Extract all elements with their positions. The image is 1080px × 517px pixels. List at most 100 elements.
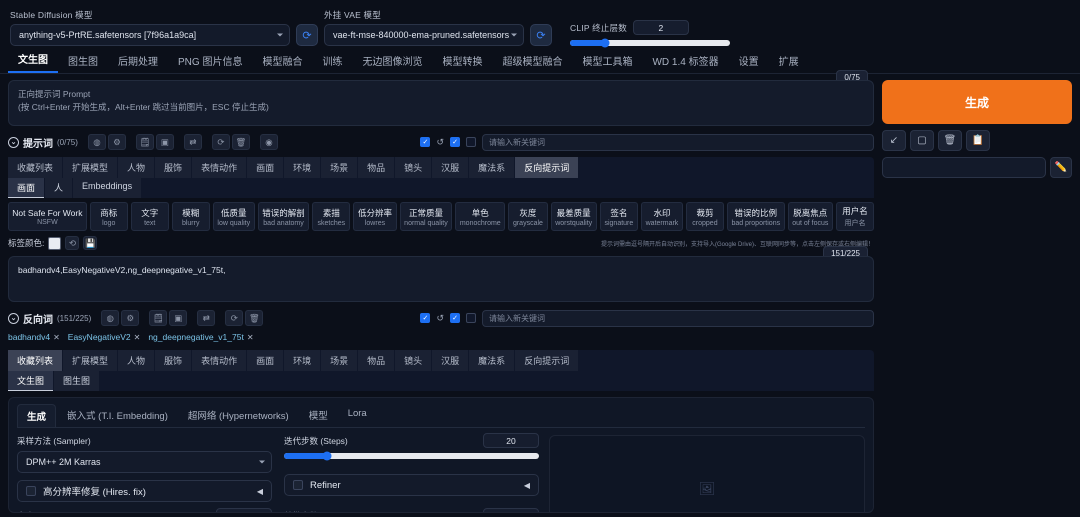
- generation-tab-0[interactable]: 生成: [17, 404, 57, 427]
- positive-category-1[interactable]: 扩展模型: [63, 157, 118, 178]
- negative-category-8[interactable]: 物品: [358, 350, 395, 371]
- positive-category-12[interactable]: 反向提示词: [515, 157, 579, 178]
- color-swatch[interactable]: [48, 236, 62, 250]
- refiner-checkbox[interactable]: [293, 480, 303, 490]
- close-icon[interactable]: ✕: [53, 333, 60, 342]
- palette-icon[interactable]: ◍: [101, 310, 120, 326]
- negative-subtab-1[interactable]: 图生图: [54, 371, 100, 391]
- tag-chip-15[interactable]: 错误的比例 bad proportions: [726, 202, 785, 231]
- positive-subtab-0[interactable]: 画面: [8, 178, 45, 198]
- clipboard-icon[interactable]: 📋: [966, 130, 990, 151]
- negative-category-9[interactable]: 镜头: [395, 350, 432, 371]
- save-icon[interactable]: 💾: [83, 236, 98, 250]
- positive-tag-title[interactable]: ⌄ 提示词 (0/75): [8, 135, 78, 150]
- negative-category-0[interactable]: 收藏列表: [8, 350, 63, 371]
- positive-category-11[interactable]: 魔法系: [469, 157, 515, 178]
- reset-icon[interactable]: ⟲: [65, 236, 80, 250]
- negative-category-12[interactable]: 反向提示词: [515, 350, 579, 371]
- copy-icon[interactable]: ▢: [910, 130, 934, 151]
- globe-icon[interactable]: ◉: [259, 134, 278, 150]
- tag-chip-13[interactable]: 水印 watermark: [640, 202, 683, 231]
- arrow-icon[interactable]: ↙: [882, 130, 906, 151]
- negative-category-11[interactable]: 魔法系: [469, 350, 515, 371]
- negative-category-7[interactable]: 场景: [321, 350, 358, 371]
- tag-chip-1[interactable]: 商标 logo: [89, 202, 128, 231]
- batch-count-value[interactable]: 1: [483, 508, 539, 512]
- positive-category-4[interactable]: 表情动作: [192, 157, 247, 178]
- negative-keyword-input[interactable]: 请输入新关键词: [482, 309, 874, 327]
- trash-icon[interactable]: 🗑: [938, 130, 962, 151]
- translate-icon[interactable]: ⇄: [197, 310, 216, 326]
- negative-category-5[interactable]: 画面: [247, 350, 284, 371]
- main-tab-5[interactable]: 训练: [312, 50, 352, 73]
- negative-subtab-0[interactable]: 文生图: [8, 371, 54, 391]
- positive-category-9[interactable]: 镜头: [395, 157, 432, 178]
- generation-tab-3[interactable]: 模型: [300, 404, 337, 427]
- positive-category-3[interactable]: 服饰: [155, 157, 192, 178]
- tag-chip-6[interactable]: 素描 sketches: [312, 202, 351, 231]
- negative-check-2[interactable]: ✓: [450, 313, 460, 323]
- tag-chip-8[interactable]: 正常质量 normal quality: [399, 202, 453, 231]
- main-tab-0[interactable]: 文生图: [8, 48, 58, 73]
- tag-chip-2[interactable]: 文字 text: [130, 202, 169, 231]
- positive-keyword-input[interactable]: 请输入新关键词: [482, 133, 874, 151]
- negative-category-4[interactable]: 表情动作: [192, 350, 247, 371]
- positive-category-7[interactable]: 场景: [321, 157, 358, 178]
- main-tab-12[interactable]: 扩展: [769, 50, 809, 73]
- negative-check-1[interactable]: ✓: [420, 313, 431, 323]
- trash-icon[interactable]: 🗑: [231, 134, 250, 150]
- tag-chip-14[interactable]: 裁剪 cropped: [685, 202, 724, 231]
- card-icon[interactable]: ▣: [169, 310, 188, 326]
- generate-button[interactable]: 生成: [882, 80, 1072, 124]
- gear-icon[interactable]: ⚙: [107, 134, 126, 150]
- positive-subtab-1[interactable]: 人: [45, 178, 73, 198]
- main-tab-2[interactable]: 后期处理: [108, 50, 168, 73]
- positive-prompt-input[interactable]: 正向提示词 Prompt (按 Ctrl+Enter 开始生成，Alt+Ente…: [8, 80, 874, 126]
- width-value[interactable]: 512: [216, 508, 272, 512]
- steps-slider[interactable]: [284, 451, 539, 461]
- negative-category-1[interactable]: 扩展模型: [63, 350, 118, 371]
- translate-icon[interactable]: ⇄: [183, 134, 202, 150]
- generation-tab-1[interactable]: 嵌入式 (T.I. Embedding): [58, 404, 177, 427]
- clip-skip-value[interactable]: 2: [632, 20, 689, 35]
- refresh-sd-model-button[interactable]: ⟳: [296, 24, 318, 46]
- main-tab-1[interactable]: 图生图: [58, 50, 108, 73]
- clip-skip-slider[interactable]: [570, 38, 730, 48]
- tag-chip-7[interactable]: 低分辨率 lowres: [353, 202, 397, 231]
- generation-tab-2[interactable]: 超网络 (Hypernetworks): [179, 404, 298, 427]
- tag-chip-11[interactable]: 最差质量 worstquality: [550, 202, 597, 231]
- positive-category-2[interactable]: 人物: [118, 157, 155, 178]
- tag-chip-4[interactable]: 低质量 low quality: [212, 202, 255, 231]
- hires-fix-accordion[interactable]: 高分辨率修复 (Hires. fix) ◀: [17, 480, 272, 502]
- positive-subtab-2[interactable]: Embeddings: [73, 178, 142, 198]
- negative-tag-title[interactable]: ⌄ 反向词 (151/225): [8, 311, 91, 326]
- positive-category-5[interactable]: 画面: [247, 157, 284, 178]
- pen-icon[interactable]: ✏️: [1050, 157, 1072, 178]
- tag-chip-12[interactable]: 签名 signature: [599, 202, 638, 231]
- sampler-select[interactable]: DPM++ 2M Karras: [17, 451, 272, 473]
- steps-value[interactable]: 20: [483, 433, 539, 448]
- refiner-accordion[interactable]: Refiner ◀: [284, 474, 539, 496]
- vae-model-select[interactable]: vae-ft-mse-840000-ema-pruned.safetensors: [324, 24, 524, 46]
- negative-chip-0[interactable]: badhandv4 ✕: [8, 332, 60, 342]
- tag-chip-5[interactable]: 错误的解剖 bad anatomy: [257, 202, 310, 231]
- main-tab-8[interactable]: 超级模型融合: [492, 50, 572, 73]
- sd-model-select[interactable]: anything-v5-PrtRE.safetensors [7f96a1a9c…: [10, 24, 290, 46]
- style-select[interactable]: [882, 157, 1046, 178]
- file-search-icon[interactable]: 🗒: [135, 134, 154, 150]
- refresh-icon[interactable]: ⟳: [225, 310, 244, 326]
- positive-category-8[interactable]: 物品: [358, 157, 395, 178]
- tag-chip-17[interactable]: 用户名 用户名: [836, 202, 874, 231]
- gear-icon[interactable]: ⚙: [121, 310, 140, 326]
- positive-category-10[interactable]: 汉服: [432, 157, 469, 178]
- negative-check-3[interactable]: [466, 313, 476, 323]
- negative-prompt-input[interactable]: badhandv4,EasyNegativeV2,ng_deepnegative…: [8, 256, 874, 302]
- tag-chip-16[interactable]: 脱离焦点 out of focus: [787, 202, 834, 231]
- main-tab-7[interactable]: 模型转换: [432, 50, 492, 73]
- negative-chip-1[interactable]: EasyNegativeV2 ✕: [68, 332, 141, 342]
- negative-category-10[interactable]: 汉服: [432, 350, 469, 371]
- tag-chip-0[interactable]: Not Safe For Work NSFW: [8, 202, 87, 231]
- main-tab-10[interactable]: WD 1.4 标签器: [642, 50, 728, 73]
- negative-category-3[interactable]: 服饰: [155, 350, 192, 371]
- main-tab-11[interactable]: 设置: [729, 50, 769, 73]
